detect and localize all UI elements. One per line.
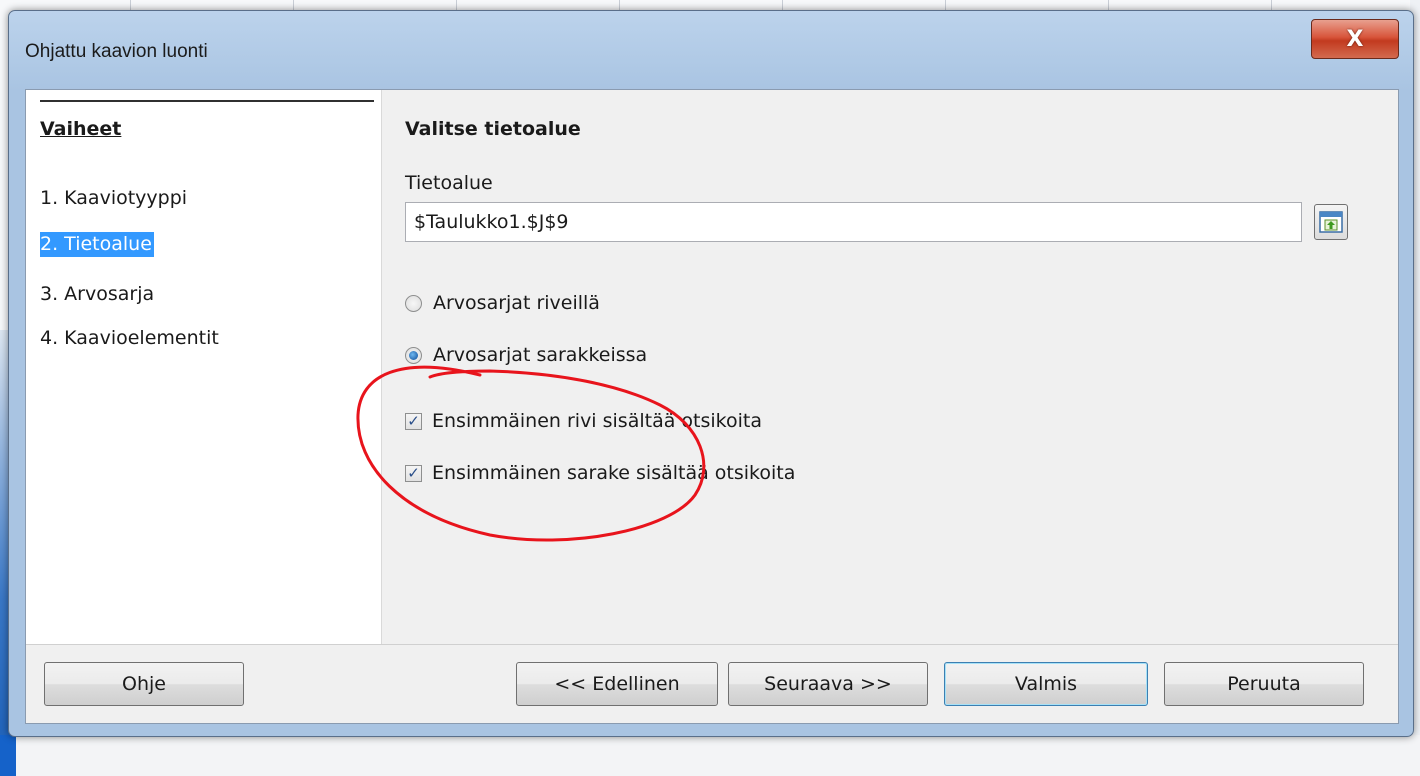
- first-column-headers-option[interactable]: ✓ Ensimmäinen sarake sisältää otsikoita: [405, 462, 795, 484]
- page-title: Valitse tietoalue: [405, 118, 581, 140]
- close-button[interactable]: X: [1311, 19, 1399, 59]
- dialog-content: Vaiheet 1. Kaaviotyyppi 2. Tietoalue 3. …: [25, 89, 1399, 724]
- series-in-columns-option[interactable]: Arvosarjat sarakkeissa: [405, 344, 647, 366]
- finish-button[interactable]: Valmis: [944, 662, 1148, 706]
- shrink-range-button[interactable]: [1314, 204, 1348, 240]
- first-row-headers-label: Ensimmäinen rivi sisältää otsikoita: [432, 410, 762, 432]
- step-data-range[interactable]: 2. Tietoalue: [40, 232, 154, 257]
- series-in-rows-option[interactable]: Arvosarjat riveillä: [405, 292, 600, 314]
- step-chart-elements[interactable]: 4. Kaavioelementit: [40, 326, 221, 351]
- first-column-headers-label: Ensimmäinen sarake sisältää otsikoita: [432, 462, 796, 484]
- shrink-range-icon: [1319, 211, 1343, 233]
- desktop-accent-bottom: [0, 735, 16, 776]
- step-data-series[interactable]: 3. Arvosarja: [40, 282, 156, 307]
- button-bar: Ohje << Edellinen Seuraava >> Valmis Per…: [26, 644, 1398, 725]
- first-row-headers-checkbox[interactable]: ✓: [405, 412, 422, 430]
- back-button[interactable]: << Edellinen: [516, 662, 718, 706]
- help-button[interactable]: Ohje: [44, 662, 244, 706]
- close-icon: X: [1346, 26, 1364, 52]
- sheet-bottom-strip: [14, 735, 1420, 776]
- next-button[interactable]: Seuraava >>: [728, 662, 928, 706]
- window-title: Ohjattu kaavion luonti: [25, 41, 208, 62]
- title-bar[interactable]: Ohjattu kaavion luonti X: [9, 11, 1413, 89]
- data-range-label: Tietoalue: [405, 172, 493, 194]
- data-range-page: Valitse tietoalue Tietoalue Arvosarjat r…: [382, 90, 1398, 644]
- series-in-rows-radio[interactable]: [405, 294, 422, 312]
- steps-divider: [40, 100, 374, 102]
- series-in-columns-radio[interactable]: [405, 346, 422, 364]
- series-in-columns-label: Arvosarjat sarakkeissa: [433, 344, 648, 366]
- series-in-rows-label: Arvosarjat riveillä: [433, 292, 600, 314]
- steps-panel: Vaiheet 1. Kaaviotyyppi 2. Tietoalue 3. …: [26, 90, 382, 644]
- data-range-input[interactable]: [405, 202, 1302, 242]
- cancel-button[interactable]: Peruuta: [1164, 662, 1364, 706]
- first-row-headers-option[interactable]: ✓ Ensimmäinen rivi sisältää otsikoita: [405, 410, 762, 432]
- step-chart-type[interactable]: 1. Kaaviotyyppi: [40, 186, 189, 211]
- steps-heading: Vaiheet: [40, 118, 122, 140]
- first-column-headers-checkbox[interactable]: ✓: [405, 464, 422, 482]
- chart-wizard-dialog: Ohjattu kaavion luonti X Vaiheet 1. Kaav…: [8, 10, 1414, 737]
